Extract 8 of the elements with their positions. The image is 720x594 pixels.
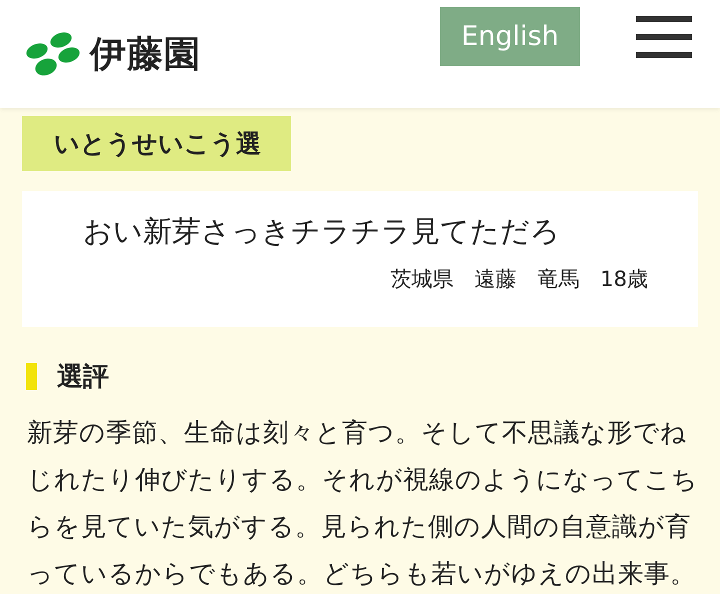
menu-icon[interactable] bbox=[636, 16, 692, 58]
category-tag: いとうせいこう選 bbox=[22, 116, 291, 171]
poem-text: おい新芽さっきチラチラ見てただろ bbox=[83, 213, 560, 250]
author-info: 茨城県 遠藤 竜馬 18歳 bbox=[390, 267, 648, 291]
logo-text[interactable]: 伊藤園 bbox=[90, 30, 201, 78]
heading-marker bbox=[26, 363, 37, 390]
review-text: 新芽の季節、生命は刻々と育つ。そして不思議な形でねじれたり伸びたりする。それが視線のようになってこちらを見ていた気がする。見られた側の人間の自意識が育っているからでもある。どちらも若いがゆえの出来事。 bbox=[27, 417, 699, 591]
section-heading: 選評 bbox=[57, 361, 109, 394]
